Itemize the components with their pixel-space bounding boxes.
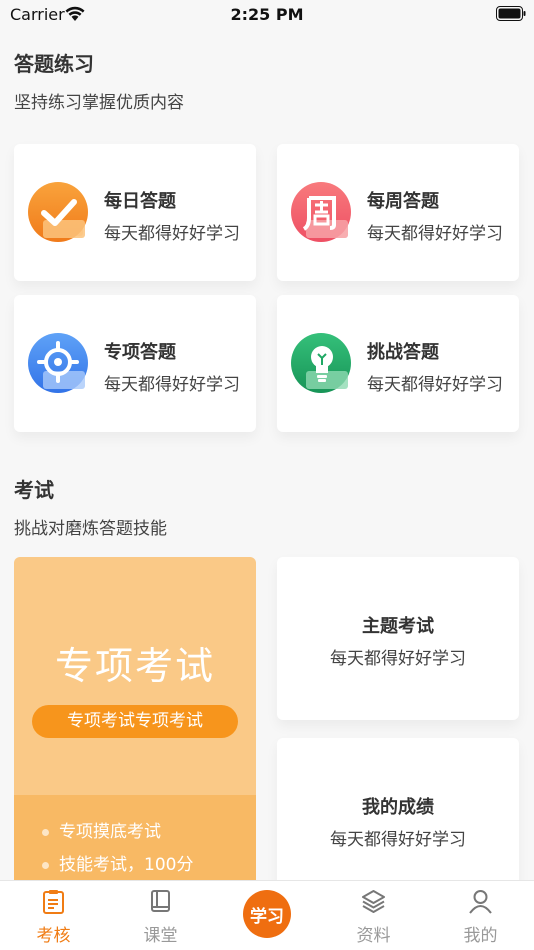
layers-icon	[362, 890, 385, 913]
study-logo-icon: 学习	[250, 907, 284, 927]
tab-label: 资料	[356, 926, 391, 946]
lightbulb-icon	[291, 333, 351, 393]
practice-section-subtitle: 坚持练习掌握优质内容	[14, 93, 184, 113]
card-title: 专项答题	[104, 342, 176, 363]
center-study-button[interactable]: 学习	[243, 890, 291, 938]
card-desc: 每天都得好好学习	[330, 649, 466, 669]
exam-section-title: 考试	[14, 478, 54, 502]
tab-label: 课堂	[143, 926, 178, 946]
card-title: 挑战答题	[367, 342, 439, 363]
featured-exam-button[interactable]: 专项考试专项考试	[32, 705, 238, 738]
tab-label: 我的	[463, 926, 498, 946]
practice-section-title: 答题练习	[14, 52, 94, 76]
card-desc: 每天都得好好学习	[104, 375, 240, 395]
tab-materials[interactable]: 资料	[320, 881, 427, 950]
my-scores-card[interactable]: 我的成绩 每天都得好好学习	[277, 738, 519, 901]
card-title: 主题考试	[362, 616, 434, 637]
card-desc: 每天都得好好学习	[367, 224, 503, 244]
status-time: 2:25 PM	[230, 5, 304, 24]
tab-label: 考核	[36, 926, 71, 946]
card-desc: 每天都得好好学习	[104, 224, 240, 244]
special-exam-card[interactable]: 专项考试 专项考试专项考试 专项摸底考试 技能考试，100分	[14, 557, 256, 887]
check-icon	[28, 182, 88, 242]
topic-exam-card[interactable]: 主题考试 每天都得好好学习	[277, 557, 519, 720]
card-title: 我的成绩	[362, 797, 434, 818]
featured-exam-item: 专项摸底考试	[42, 817, 161, 842]
card-title: 每周答题	[367, 191, 439, 212]
battery-icon	[496, 6, 526, 21]
featured-exam-title: 专项考试	[54, 644, 215, 688]
tab-classroom[interactable]: 课堂	[107, 881, 214, 950]
book-icon	[151, 890, 170, 912]
clipboard-icon	[43, 890, 64, 914]
exam-section-subtitle: 挑战对磨炼答题技能	[14, 519, 167, 539]
card-desc: 每天都得好好学习	[367, 375, 503, 395]
user-icon	[469, 890, 492, 914]
special-practice-card[interactable]: 专项答题 每天都得好好学习	[14, 295, 256, 432]
challenge-practice-card[interactable]: 挑战答题 每天都得好好学习	[277, 295, 519, 432]
week-icon	[291, 182, 351, 242]
tab-assessment[interactable]: 考核	[0, 881, 107, 950]
featured-exam-item: 技能考试，100分	[42, 850, 193, 875]
card-title: 每日答题	[104, 191, 176, 212]
tab-mine[interactable]: 我的	[427, 881, 534, 950]
daily-practice-card[interactable]: 每日答题 每天都得好好学习	[14, 144, 256, 281]
weekly-practice-card[interactable]: 每周答题 每天都得好好学习	[277, 144, 519, 281]
target-icon	[28, 333, 88, 393]
status-bar: Carrier 2:25 PM	[0, 0, 534, 28]
card-desc: 每天都得好好学习	[330, 830, 466, 850]
